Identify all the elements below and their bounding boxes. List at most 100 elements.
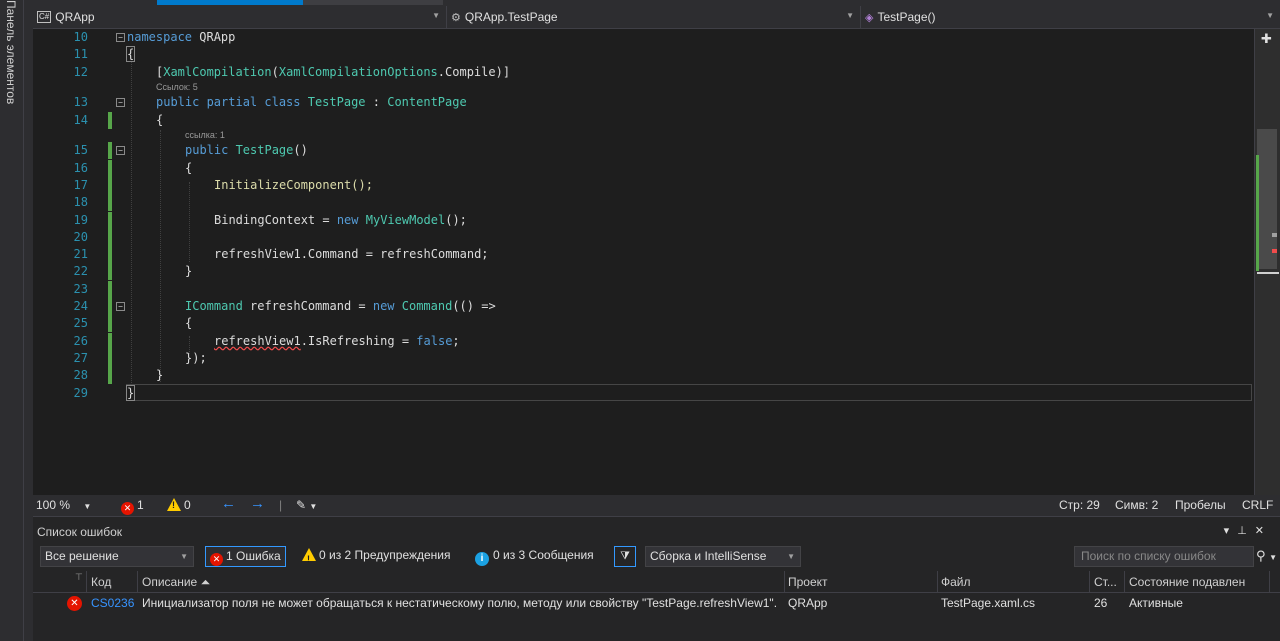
dropdown-arrow-icon[interactable]: ▾ (1224, 525, 1238, 537)
line-number: 25 (73, 316, 88, 330)
tab-active[interactable] (157, 0, 303, 5)
panel-title: Список ошибок (37, 525, 123, 539)
line-number: 20 (73, 230, 88, 244)
error-list-toolbar: Все решение ▼ ✕1 Ошибка 0 из 2 Предупреж… (33, 545, 1280, 569)
type-name: MyViewModel (358, 213, 446, 227)
line-number: 26 (73, 334, 88, 348)
pin-icon[interactable]: ⊥ (1237, 525, 1255, 537)
collapse-toggle[interactable]: − (116, 33, 125, 42)
line-number: 10 (73, 30, 88, 44)
search-icon[interactable]: ⚲ ▼ (1256, 548, 1277, 564)
line-indicator[interactable]: Стр: 29 (1059, 498, 1100, 512)
error-squiggle[interactable]: refreshView1 (214, 334, 301, 348)
codelens-references[interactable]: ссылка: 1 (185, 130, 225, 140)
class-dropdown[interactable]: ⚙ QRApp.TestPage ▼ (447, 6, 861, 28)
zoom-dropdown[interactable]: 100 % ▼ (36, 498, 91, 512)
split-window-icon[interactable]: ✚ (1261, 31, 1272, 47)
code-line: 12 [XamlCompilation(XamlCompilationOptio… (33, 64, 1254, 81)
line-number: 21 (73, 247, 88, 261)
member-dropdown[interactable]: ◈ TestPage() ▼ (861, 6, 1280, 28)
code-token: .IsRefreshing = (300, 334, 417, 348)
column-separator[interactable] (137, 571, 138, 593)
code-token: }); (185, 351, 207, 365)
keyword: new (372, 299, 395, 313)
method-icon: ◈ (865, 11, 874, 24)
collapse-toggle[interactable]: − (116, 98, 125, 107)
navigate-forward-icon[interactable]: → (250, 495, 265, 512)
filter-corner-icon[interactable]: ⊤ (75, 572, 83, 583)
error-count-value: 1 (137, 498, 144, 512)
column-separator[interactable] (784, 571, 785, 593)
left-gutter (24, 0, 33, 641)
column-indicator[interactable]: Симв: 2 (1115, 498, 1158, 512)
change-bar (108, 367, 112, 384)
caret-marker (1257, 272, 1279, 274)
line-ending-indicator[interactable]: CRLF (1242, 498, 1273, 512)
scope-dropdown[interactable]: Все решение ▼ (40, 546, 194, 567)
code-token: { (156, 113, 164, 127)
error-icon: ✕ (210, 553, 223, 566)
errors-filter-button[interactable]: ✕ 1 Ошибка (205, 546, 286, 567)
collapse-toggle[interactable]: − (116, 302, 125, 311)
tab-inactive[interactable] (303, 0, 443, 5)
code-editor[interactable]: 10 − namespace QRApp 11 { 12 [XamlCompil… (33, 29, 1254, 495)
project-dropdown[interactable]: C# QRApp ▼ (33, 6, 447, 28)
line-number: 11 (73, 47, 88, 61)
type-name: ICommand (185, 299, 243, 313)
errors-filter-label: 1 Ошибка (226, 549, 281, 563)
code-token: : (365, 95, 388, 109)
column-separator[interactable] (937, 571, 938, 593)
code-line: 13 − public partial class TestPage : Con… (33, 94, 1254, 111)
column-suppression-state[interactable]: Состояние подавлен (1129, 575, 1245, 589)
error-line: 26 (1094, 596, 1108, 610)
column-project[interactable]: Проект (788, 575, 828, 589)
cleanup-dropdown[interactable]: ✎ ▼ (296, 498, 317, 512)
zoom-level: 100 % (36, 498, 71, 512)
vertical-scrollbar[interactable]: ✚ (1254, 29, 1280, 495)
error-code-link[interactable]: CS0236 (91, 596, 134, 610)
chevron-down-icon: ▼ (432, 11, 440, 20)
toolbox-panel-tab[interactable]: Панель элементов (0, 0, 24, 641)
column-separator[interactable] (86, 571, 87, 593)
navigation-bar: C# QRApp ▼ ⚙ QRApp.TestPage ▼ ◈ TestPage… (33, 6, 1280, 29)
column-separator[interactable] (1124, 571, 1125, 593)
code-line: 10 − namespace QRApp (33, 29, 1254, 46)
codelens-references[interactable]: Ссылок: 5 (156, 82, 198, 92)
code-token: .Compile)] (437, 65, 511, 79)
warnings-filter-label: 0 из 2 Предупреждения (319, 548, 451, 562)
column-code[interactable]: Код (91, 575, 111, 589)
close-icon[interactable]: ✕ (1255, 525, 1272, 537)
line-number: 17 (73, 178, 88, 192)
navigate-back-icon[interactable]: ← (221, 495, 236, 512)
keyword: namespace (127, 30, 193, 44)
search-input[interactable]: Поиск по списку ошибок (1074, 546, 1254, 567)
change-marker (1256, 155, 1259, 271)
change-bar (108, 298, 112, 315)
code-line: 14 { (33, 112, 1254, 129)
scrollbar-thumb[interactable] (1257, 129, 1277, 269)
code-line: 25 { (33, 315, 1254, 332)
build-filter-dropdown[interactable]: Сборка и IntelliSense ▼ (645, 546, 801, 567)
messages-filter-button[interactable]: i 0 из 3 Сообщения (471, 546, 598, 567)
change-bar (108, 229, 112, 246)
code-token: refreshCommand = (242, 299, 373, 313)
column-separator[interactable] (1269, 571, 1270, 593)
column-description[interactable]: Описание ⏶ (142, 575, 210, 590)
column-separator[interactable] (1089, 571, 1090, 593)
line-number: 22 (73, 264, 88, 278)
class-name: QRApp.TestPage (464, 10, 558, 24)
error-list-panel: Список ошибок ▾⊥✕ Все решение ▼ ✕ 1 Ошибк… (33, 516, 1280, 641)
whitespace-indicator[interactable]: Пробелы (1175, 498, 1226, 512)
filter-icon[interactable]: ⧩ (614, 546, 636, 567)
warning-count[interactable]: 0 (167, 498, 191, 512)
table-row[interactable]: ✕ CS0236 Инициализатор поля не может обр… (33, 594, 1280, 614)
code-token: () (293, 143, 308, 157)
code-token: { (185, 316, 193, 330)
column-line[interactable]: Ст... (1094, 575, 1117, 589)
column-file[interactable]: Файл (941, 575, 971, 589)
error-count[interactable]: ✕ 1 (121, 498, 144, 515)
line-number: 29 (73, 386, 88, 400)
line-number: 14 (73, 113, 88, 127)
warnings-filter-button[interactable]: 0 из 2 Предупреждения (298, 546, 455, 569)
collapse-toggle[interactable]: − (116, 146, 125, 155)
